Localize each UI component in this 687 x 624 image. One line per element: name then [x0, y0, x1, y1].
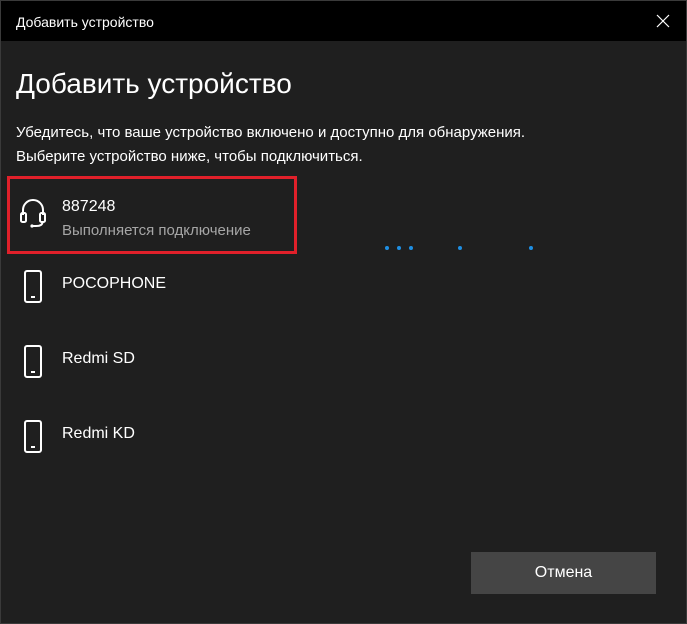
headset-icon: [20, 199, 46, 228]
add-device-dialog: Добавить устройство Добавить устройство …: [0, 0, 687, 624]
phone-icon: [24, 345, 42, 378]
device-name: POCOPHONE: [62, 275, 167, 292]
device-name: 887248: [62, 198, 116, 215]
device-status: Выполняется подключение: [62, 222, 251, 239]
device-item-redmi-kd[interactable]: Redmi KD: [1, 398, 686, 473]
page-title: Добавить устройство: [16, 68, 292, 99]
device-name: Redmi SD: [62, 350, 135, 367]
title-bar: Добавить устройство: [1, 1, 686, 41]
selection-highlight: [7, 176, 297, 254]
instructions-line-2: Выберите устройство ниже, чтобы подключи…: [16, 148, 363, 165]
device-item-redmi-sd[interactable]: Redmi SD: [1, 323, 686, 398]
device-item-887248[interactable]: 887248 Выполняется подключение: [1, 173, 686, 254]
cancel-button[interactable]: Отмена: [471, 552, 656, 594]
instructions-line-1: Убедитесь, что ваше устройство включено …: [16, 124, 526, 141]
device-item-pocophone[interactable]: POCOPHONE: [1, 248, 686, 323]
device-name: Redmi KD: [62, 425, 135, 442]
phone-icon: [24, 420, 42, 453]
window-title: Добавить устройство: [16, 14, 154, 30]
device-list: 887248 Выполняется подключение POCOPHONE: [1, 173, 686, 473]
instructions: Убедитесь, что ваше устройство включено …: [16, 121, 666, 169]
close-icon: [656, 14, 670, 28]
phone-icon: [24, 270, 42, 303]
close-button[interactable]: [640, 1, 686, 41]
